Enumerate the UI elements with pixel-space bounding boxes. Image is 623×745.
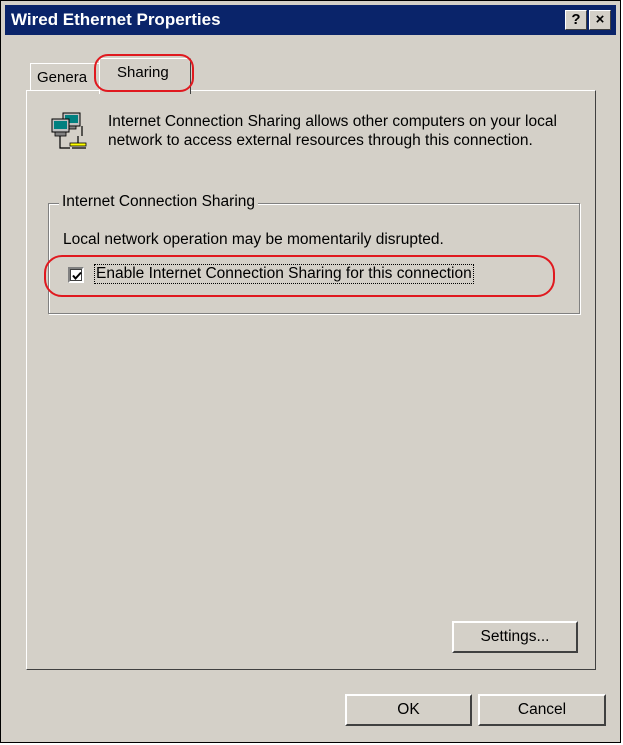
checkbox-highlight-annotation bbox=[44, 255, 555, 297]
window-title: Wired Ethernet Properties bbox=[11, 10, 221, 29]
sharing-description: Internet Connection Sharing allows other… bbox=[108, 113, 557, 149]
tab-general[interactable]: Genera bbox=[30, 63, 101, 91]
tab-highlight-annotation bbox=[94, 54, 194, 92]
ok-button[interactable]: OK bbox=[345, 694, 472, 726]
sharing-panel bbox=[26, 90, 596, 670]
network-connection-icon bbox=[50, 112, 90, 158]
settings-button[interactable]: Settings... bbox=[452, 621, 578, 653]
tab-general-label: Genera bbox=[37, 69, 88, 86]
ics-group-title: Internet Connection Sharing bbox=[59, 193, 259, 211]
disruption-note: Local network operation may be momentari… bbox=[63, 231, 444, 248]
help-button[interactable]: ? bbox=[565, 10, 587, 30]
close-button[interactable]: × bbox=[589, 10, 611, 30]
cancel-button[interactable]: Cancel bbox=[478, 694, 606, 726]
title-bar[interactable]: Wired Ethernet Properties ? × bbox=[5, 5, 616, 35]
